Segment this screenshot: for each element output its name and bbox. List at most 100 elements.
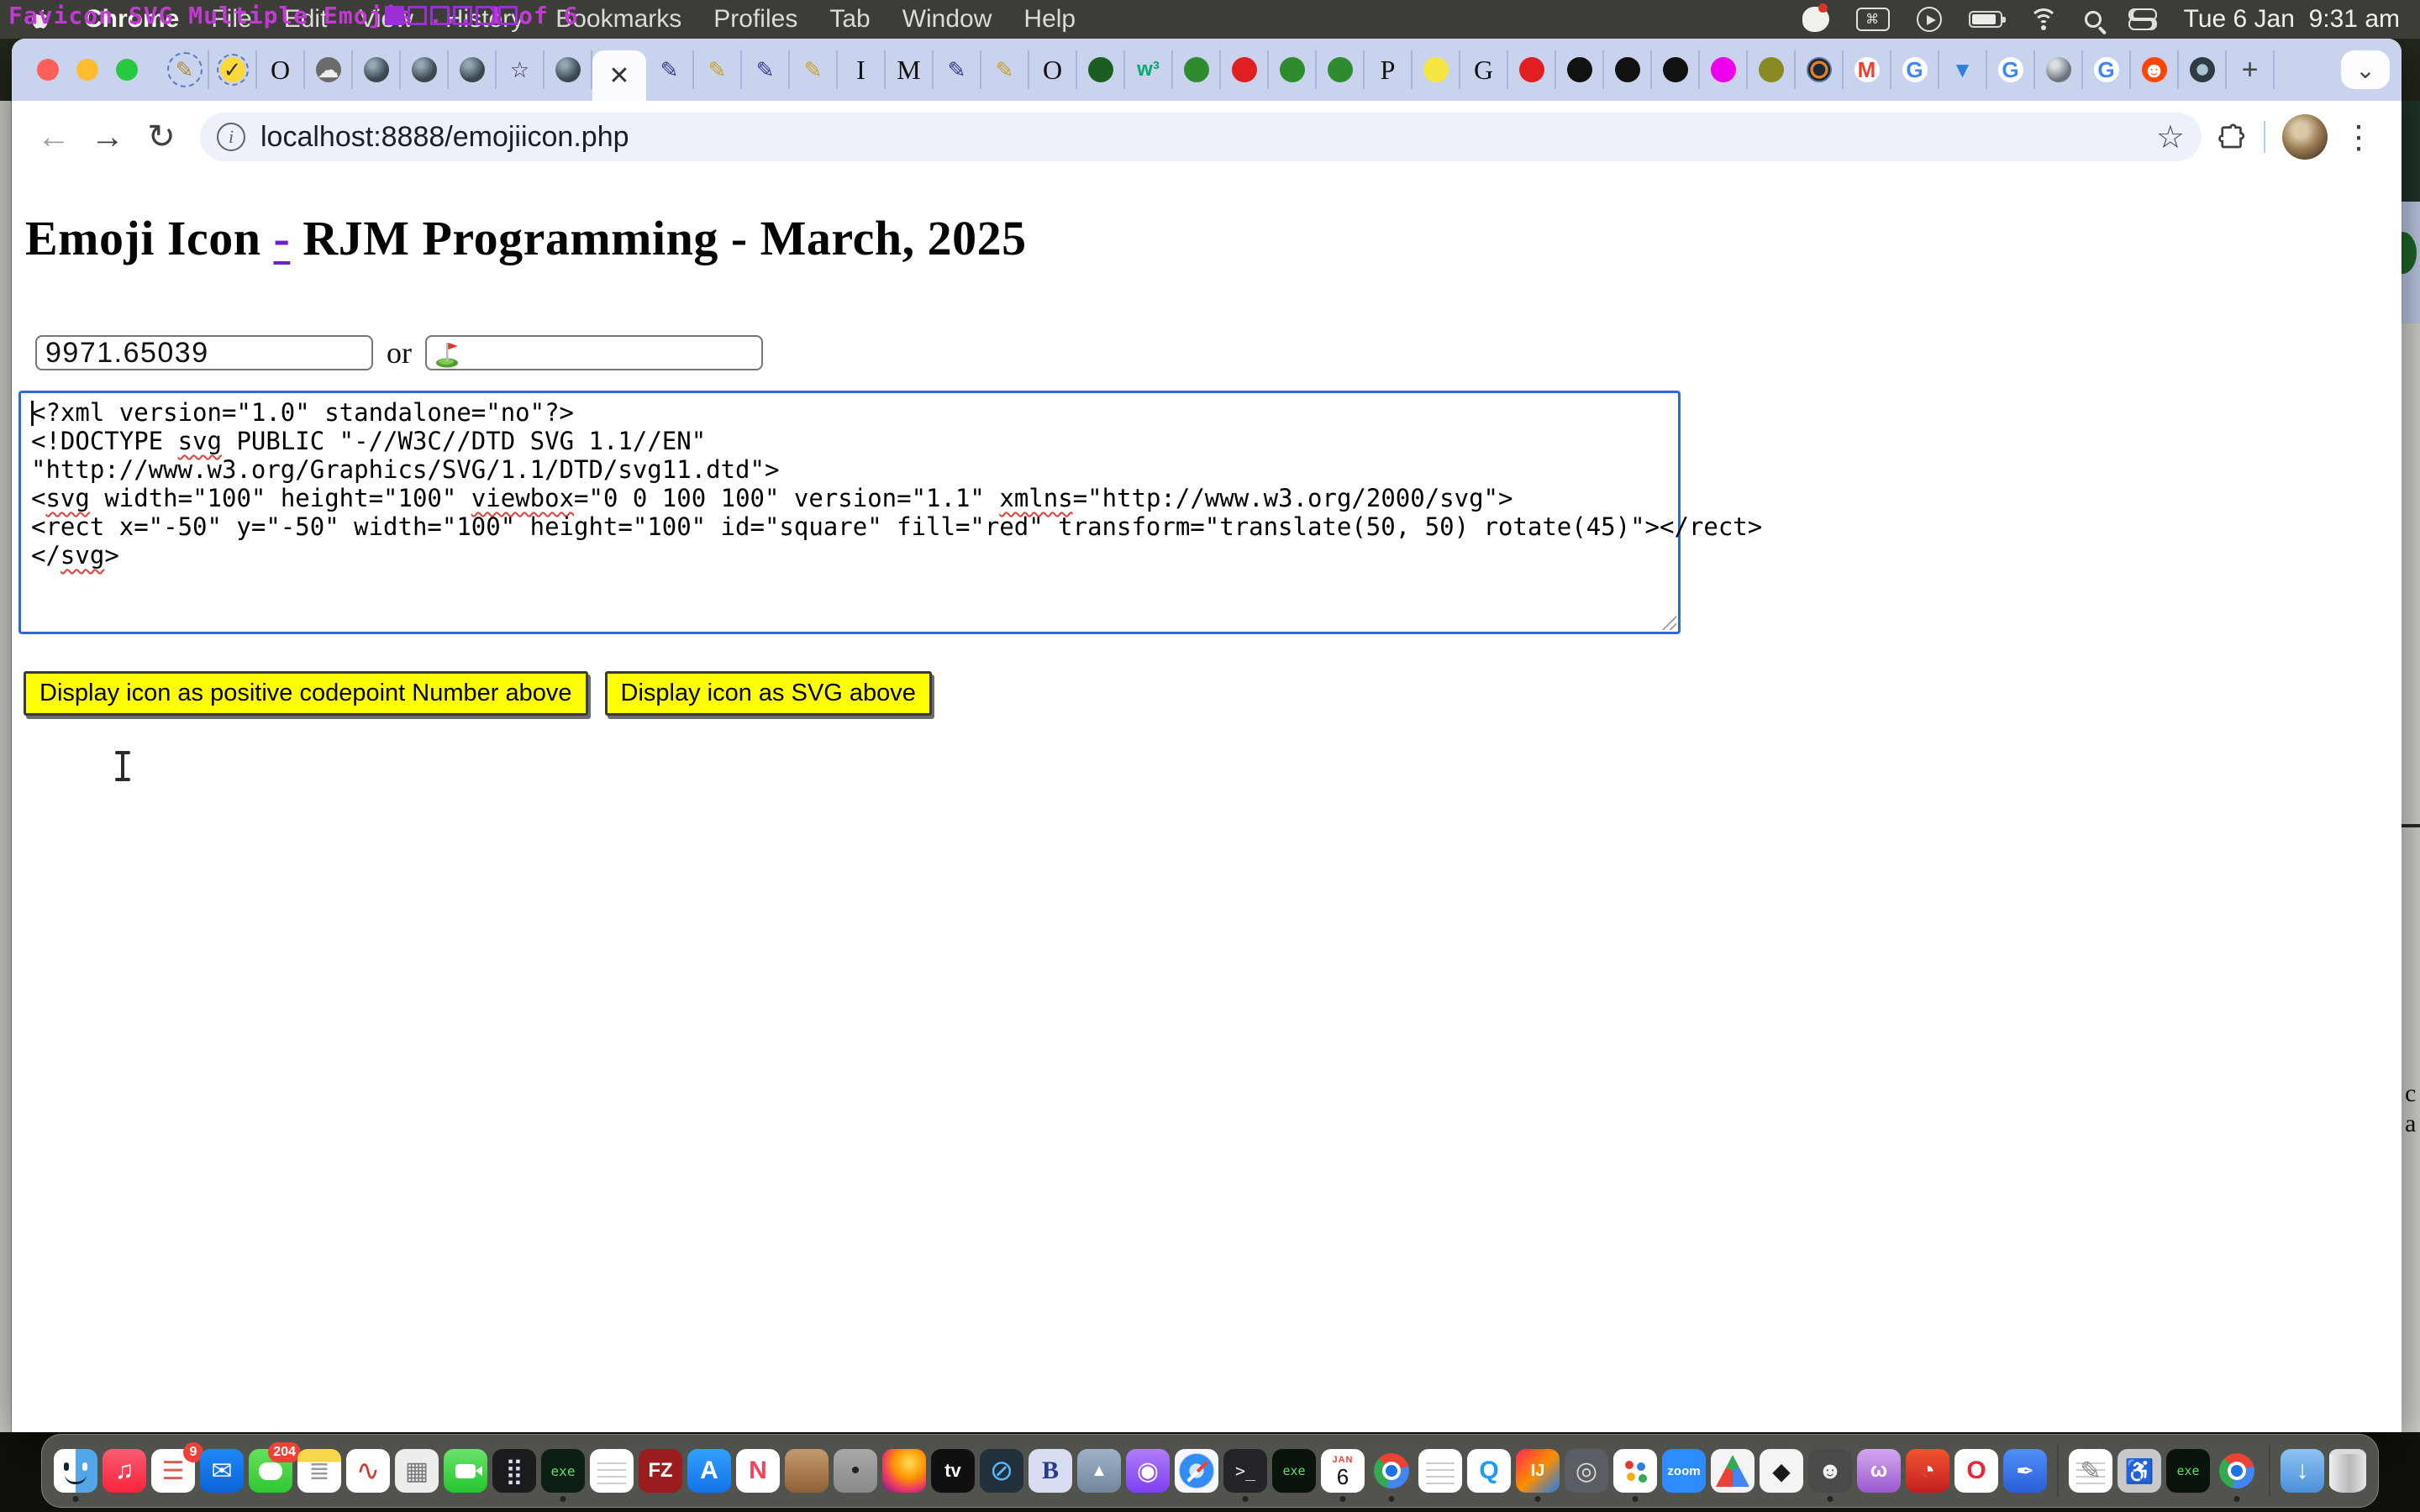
menu-app-name[interactable]: Chrome [84,5,179,34]
profile-avatar[interactable] [2282,114,2328,160]
gray-globe-tab[interactable] [2035,50,2083,89]
letter-p-tab[interactable]: P [1365,50,1413,89]
dock-terminal-exe-2-icon[interactable]: exe [1272,1449,1316,1493]
menu-tab[interactable]: Tab [829,5,870,34]
dock-bbedit-icon[interactable]: B [1028,1449,1072,1493]
title-dash-link[interactable]: - [274,211,291,265]
dock-opera-icon[interactable]: O [1954,1449,1998,1493]
display-svg-button[interactable]: Display icon as SVG above [605,671,932,716]
close-window-button[interactable] [37,59,59,81]
pencil-tab[interactable]: ✎ [790,50,838,89]
control-center-icon[interactable] [2128,8,2157,30]
forward-button[interactable]: → [84,113,131,160]
google-tab[interactable]: G [1987,50,2035,89]
battery-icon[interactable] [1969,11,2002,28]
dock-notes-icon[interactable]: ≣ [297,1449,341,1493]
zoom-window-button[interactable] [116,59,138,81]
dock-art-palette-icon[interactable] [1613,1449,1657,1493]
svg-textarea[interactable]: <?xml version="1.0" standalone="no"?><!D… [18,391,1681,634]
green-dot-tab[interactable] [1317,50,1365,89]
dock-cat-app-icon[interactable]: ω [1857,1449,1901,1493]
dock-notes-list-icon[interactable]: ✎ [2069,1449,2112,1493]
dock-pen-app-icon[interactable]: ✒ [2003,1449,2047,1493]
dock-keypad-app-icon[interactable]: ⣿ [492,1449,536,1493]
dock-chrome-dev-icon[interactable] [2215,1449,2259,1493]
w3schools-tab[interactable]: w³ [1125,50,1173,89]
letter-o-tab[interactable]: O [1029,50,1077,89]
dark-green-dot-tab[interactable] [1077,50,1125,89]
active-tab[interactable]: ✕ [592,50,646,101]
minimize-window-button[interactable] [76,59,98,81]
pencil-tab[interactable]: ✎ [646,50,694,89]
globe-tab[interactable] [544,50,592,89]
yellow-dot-tab[interactable] [1413,50,1460,89]
pencil-tab[interactable]: ✎ [742,50,790,89]
dock-chrome-icon[interactable] [1370,1449,1413,1493]
textarea-resize-grip[interactable] [1660,613,1676,630]
letter-i-tab[interactable]: I [838,50,886,89]
check-dashed-tab[interactable]: ✓ [209,50,257,89]
dock-filezilla-icon[interactable]: FZ [639,1449,682,1493]
dock-terminal-icon[interactable]: >_ [1223,1449,1267,1493]
dock-intellij-icon[interactable]: IJ [1516,1449,1560,1493]
dock-textedit-icon[interactable] [590,1449,634,1493]
dock-finder-icon[interactable] [54,1449,97,1493]
display-codepoint-button[interactable]: Display icon as positive codepoint Numbe… [24,671,588,716]
menu-profiles[interactable]: Profiles [713,5,797,34]
letter-m-tab[interactable]: M [886,50,934,89]
google-tab[interactable]: G [2083,50,2131,89]
black-dot-tab[interactable] [1556,50,1604,89]
dock-terminal-exe-3-icon[interactable]: exe [2166,1449,2210,1493]
dock-facetime-icon[interactable] [444,1449,487,1493]
letter-o-tab[interactable]: O [257,50,305,89]
star-tab[interactable]: ☆ [497,50,544,89]
new-tab[interactable]: + [2227,50,2275,89]
dock-calendar-icon[interactable]: JAN6 [1321,1449,1365,1493]
chrome-dark-tab[interactable] [2179,50,2227,89]
dock-safari-icon[interactable] [1175,1449,1218,1493]
emoji-input[interactable] [425,335,763,370]
spotlight-search-icon[interactable] [2085,11,2102,28]
menu-bookmarks[interactable]: Bookmarks [555,5,681,34]
olive-dot-tab[interactable] [1748,50,1796,89]
pencil-tab[interactable]: ✎ [934,50,981,89]
dock-reminders-icon[interactable]: ☰9 [151,1449,195,1493]
dock-launchpad-icon[interactable]: ▦ [395,1449,439,1493]
dock-quicktime-icon[interactable]: Q [1467,1449,1511,1493]
pencil-tab[interactable]: ✎ [981,50,1029,89]
bookmark-star-icon[interactable]: ☆ [2156,118,2185,156]
dock-system-rings-icon[interactable]: ◎ [1565,1449,1608,1493]
dock-preview-app-icon[interactable]: ▲ [1077,1449,1121,1493]
globe-tab[interactable] [353,50,401,89]
dock-podcasts-icon[interactable]: ◉ [1126,1449,1170,1493]
site-info-icon[interactable]: i [217,123,245,151]
apple-logo-icon[interactable] [29,8,52,31]
gmail-tab[interactable]: M [1844,50,1891,89]
dock-accessibility-app-icon[interactable]: ♿ [2118,1449,2161,1493]
pencil-tab[interactable]: ✎ [694,50,742,89]
dock-leather-app-icon[interactable] [785,1449,829,1493]
recorder-app-icon[interactable] [1802,7,1829,32]
dock-mail-icon[interactable]: ✉ [200,1449,244,1493]
green-dot-tab[interactable] [1269,50,1317,89]
dock-prism-app-icon[interactable] [1711,1449,1754,1493]
menu-window[interactable]: Window [902,5,992,34]
dock-music-icon[interactable]: ♫ [103,1449,146,1493]
blue-triangle-tab[interactable]: ▼ [1939,50,1987,89]
dock-zoom-icon[interactable]: zoom [1662,1449,1706,1493]
browser-menu-icon[interactable]: ⋮ [2334,118,2383,156]
dock-wave-app-icon[interactable]: ∿ [346,1449,390,1493]
rings-tab[interactable] [1796,50,1844,89]
dock-news-icon[interactable]: N [736,1449,780,1493]
reddit-tab[interactable]: ☻ [2131,50,2179,89]
red-dot-tab[interactable] [1508,50,1556,89]
dock-gauge-app-icon[interactable]: ◔ [1906,1449,1949,1493]
dock-downloads-icon[interactable]: ↓ [2281,1449,2324,1493]
codepoint-number-input[interactable] [35,335,373,370]
dock-app-store-icon[interactable]: A [687,1449,731,1493]
menu-bar-clock[interactable]: Tue 6 Jan 9:31 am [2184,5,2400,34]
dock-firefox-icon[interactable] [882,1449,926,1493]
black-dot-tab[interactable] [1604,50,1652,89]
globe-tab[interactable] [401,50,449,89]
green-dot-tab[interactable] [1173,50,1221,89]
